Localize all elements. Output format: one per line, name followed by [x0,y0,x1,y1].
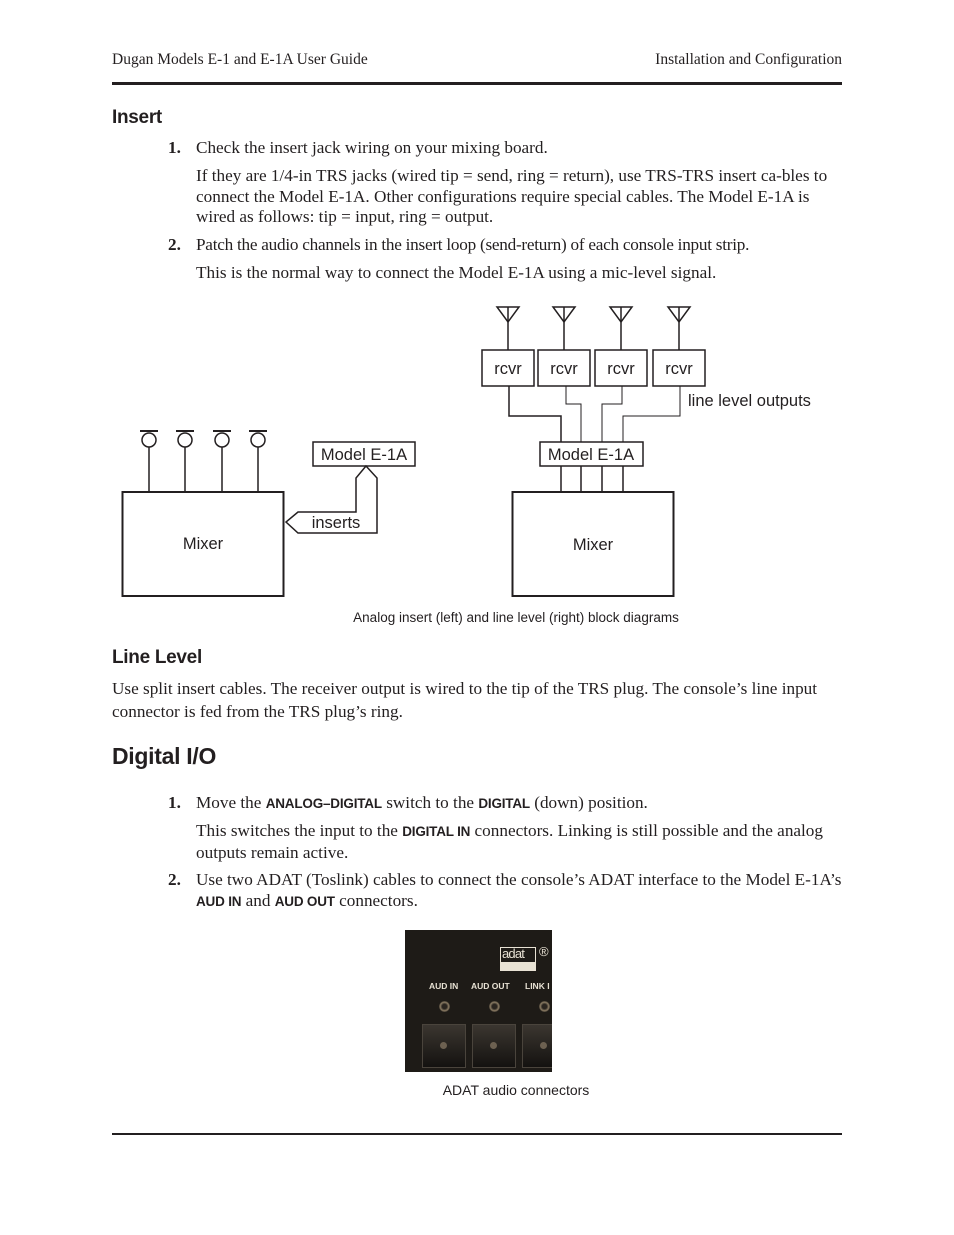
step-text: Patch the audio channels in the insert l… [196,235,750,254]
aud-out-label: AUD OUT [471,981,510,991]
text-run: This switches the input to the [196,821,403,840]
step-text: Move the ANALOG–DIGITAL switch to the DI… [196,793,844,815]
antenna-icon [666,306,692,350]
left-model-label: Model E-1A [321,446,407,464]
microphone-icon [213,430,231,492]
link-label: LINK I [525,981,550,991]
step-number: 2. [168,870,181,889]
line-level-text: Use split insert cables. The receiver ou… [112,679,818,721]
receiver-label: rcvr [665,360,693,378]
adat-logo-text: adat [502,946,525,961]
text-run: (down) position. [529,793,648,812]
wire-1 [508,386,562,442]
running-header-title: Dugan Models E-1 and E-1A User Guide [112,51,368,68]
step-number: 1. [168,138,181,157]
jack-aud-out [489,1001,500,1012]
footer-rule [112,1133,842,1135]
text-run: Use two ADAT (Toslink) cables to connect… [196,870,842,889]
analog-insert-diagram: Mixer Model E-1A inserts [121,430,416,597]
text-run: switch to the [381,793,479,812]
receiver-label: rcvr [494,360,522,378]
microphone-icon [140,430,158,492]
keyword-digital-in: DIGITAL IN [402,824,471,839]
receiver: rcvr [537,306,591,387]
jack-link [539,1001,550,1012]
microphones [140,430,267,492]
wire-3 [601,386,623,442]
insert-heading: Insert [112,107,162,128]
receiver-label: rcvr [550,360,578,378]
step-number: 2. [168,235,181,254]
diagram-caption: Analog insert (left) and line level (rig… [353,610,679,625]
receiver: rcvr [652,306,706,387]
keyword-digital: DIGITAL [478,796,530,811]
keyword-aud-in: AUD IN [196,893,242,909]
digital-step-1-detail: This switches the input to the DIGITAL I… [196,821,844,863]
running-header-section: Installation and Configuration [655,51,842,68]
adat-logo: adat [500,946,536,971]
keyword-analog-digital: ANALOG–DIGITAL [265,796,382,811]
text-run: connectors. [334,890,418,910]
antenna-icon [608,306,634,350]
antenna-icon [551,306,577,350]
microphone-icon [176,430,194,492]
right-model-label: Model E-1A [548,446,634,464]
model-to-mixer-wires [560,466,624,492]
keyword-aud-out: AUD OUT [274,893,335,909]
text-run: and [241,890,275,910]
receivers: rcvr rcvr rcvr rcvr [481,306,706,387]
step-text: Use two ADAT (Toslink) cables to connect… [196,870,844,912]
line-level-heading: Line Level [112,647,202,668]
aud-in-label: AUD IN [429,981,459,991]
receiver-label: rcvr [607,360,635,378]
receiver: rcvr [594,306,648,387]
photo-caption: ADAT audio connectors [442,1082,590,1098]
wire-4 [622,386,681,442]
antenna-icon [495,306,521,350]
jack-aud-in [439,1001,450,1012]
receiver: rcvr [481,306,535,387]
optical-socket-out [472,1024,516,1068]
text-run: Move the [196,793,266,812]
registered-mark: ® [539,944,549,959]
step-text: Check the insert jack wiring on your mix… [196,138,548,157]
block-diagrams: Mixer Model E-1A inserts rcvr rcvr rcvr rcv… [121,306,811,597]
right-mixer-label: Mixer [573,536,614,554]
adat-connectors-photo: adat ® AUD IN AUD OUT LINK I [405,930,552,1072]
wire-2 [565,386,582,442]
insert-step-2-detail: This is the normal way to connect the Mo… [196,263,717,282]
insert-step-1-detail: If they are 1/4-in TRS jacks (wired tip … [196,166,828,226]
line-level-diagram: rcvr rcvr rcvr rcvr Model E-1A Mixer line l… [481,306,811,597]
step-number: 1. [168,793,181,812]
digital-io-heading: Digital I/O [112,743,217,769]
left-mixer-label: Mixer [183,535,224,553]
microphone-icon [249,430,267,492]
line-level-outputs-label: line level outputs [688,392,811,410]
optical-socket-link [522,1024,552,1068]
header-rule [112,82,842,85]
optical-socket-in [422,1024,466,1068]
inserts-label: inserts [312,514,361,532]
